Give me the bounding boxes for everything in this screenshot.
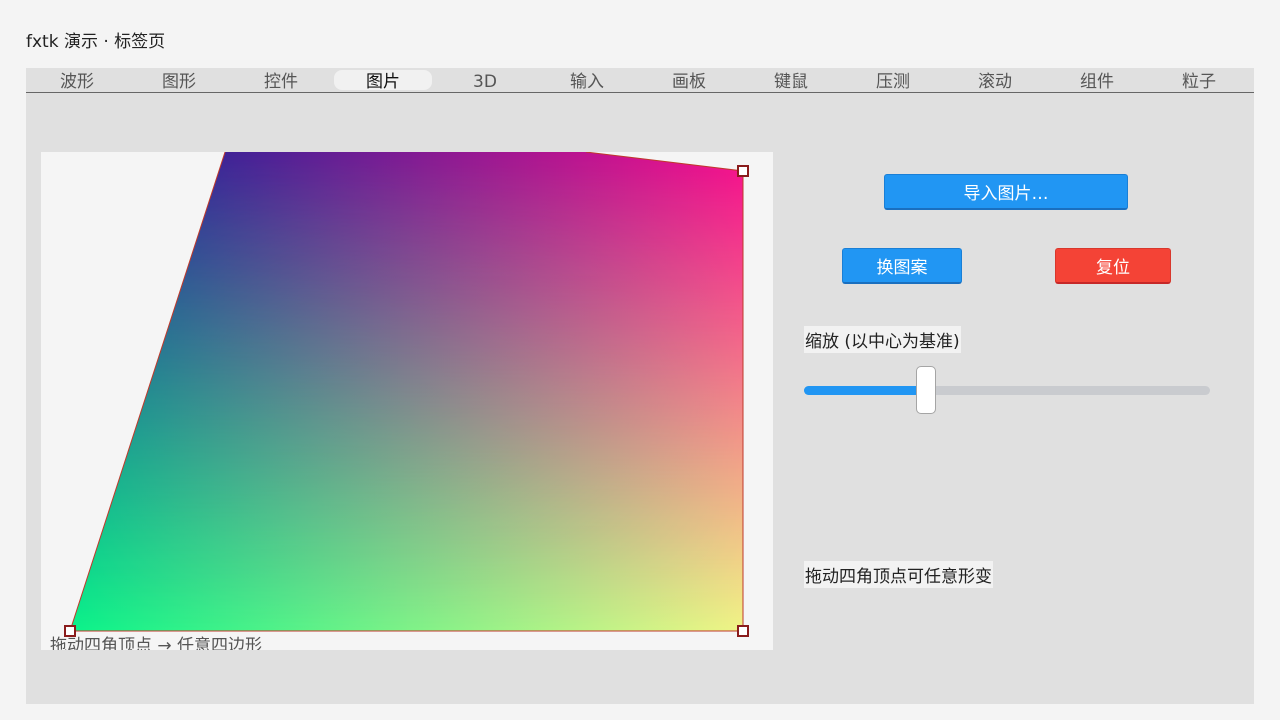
window-title: fxtk 演示 · 标签页: [26, 32, 166, 52]
tab-scroll[interactable]: 滚动: [946, 70, 1044, 92]
warped-image: [69, 152, 744, 632]
tab-waveform[interactable]: 波形: [28, 70, 126, 92]
corner-handle-bottom-right[interactable]: [737, 625, 749, 637]
tab-canvas[interactable]: 画板: [640, 70, 738, 92]
zoom-label: 缩放 (以中心为基准): [804, 326, 961, 353]
tab-graphics[interactable]: 图形: [130, 70, 228, 92]
tab-keyboard-mouse[interactable]: 键鼠: [742, 70, 840, 92]
tab-particles[interactable]: 粒子: [1150, 70, 1248, 92]
quad-fill: [70, 152, 743, 631]
deform-hint: 拖动四角顶点可任意形变: [804, 561, 993, 588]
tab-3d[interactable]: 3D: [436, 70, 534, 92]
tab-stress-test[interactable]: 压测: [844, 70, 942, 92]
tab-components[interactable]: 组件: [1048, 70, 1146, 92]
tab-controls[interactable]: 控件: [232, 70, 330, 92]
tab-images[interactable]: 图片: [334, 70, 432, 92]
tab-panel: 波形 图形 控件 图片 3D 输入 画板 键鼠 压测 滚动 组件 粒子 拖动四角…: [26, 68, 1254, 704]
image-warp-canvas[interactable]: 拖动四角顶点 → 任意四边形: [41, 152, 773, 650]
import-image-button[interactable]: 导入图片…: [884, 174, 1128, 210]
zoom-slider[interactable]: [804, 364, 1210, 420]
reset-button[interactable]: 复位: [1055, 248, 1171, 284]
change-pattern-button[interactable]: 换图案: [842, 248, 962, 284]
canvas-hint: 拖动四角顶点 → 任意四边形: [50, 636, 263, 650]
slider-thumb[interactable]: [915, 366, 936, 414]
slider-fill: [804, 386, 926, 395]
corner-handle-top-right[interactable]: [737, 165, 749, 177]
tab-input[interactable]: 输入: [538, 70, 636, 92]
tab-bar: 波形 图形 控件 图片 3D 输入 画板 键鼠 压测 滚动 组件 粒子: [26, 68, 1254, 93]
